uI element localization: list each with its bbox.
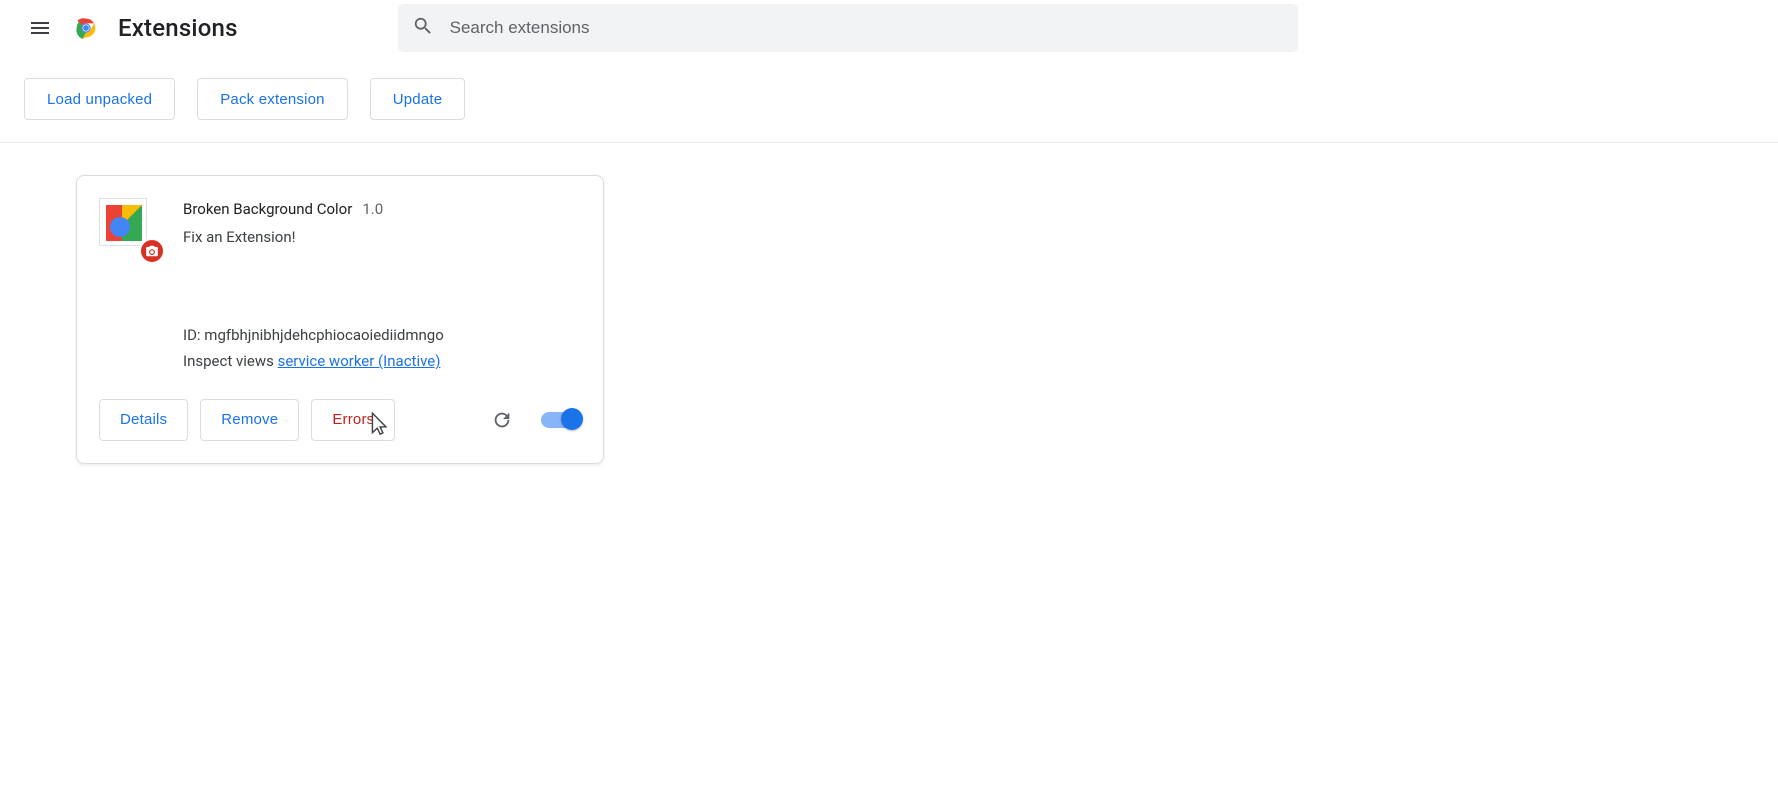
errors-button[interactable]: Errors [311,399,395,441]
dev-toolbar: Load unpacked Pack extension Update [0,56,1778,143]
menu-icon [28,16,52,40]
header-bar: Extensions [0,0,1778,56]
load-unpacked-button[interactable]: Load unpacked [24,78,175,120]
search-field[interactable] [398,4,1298,52]
extension-version: 1.0 [362,200,383,218]
search-icon [412,15,434,41]
inspect-label: Inspect views [183,352,274,370]
inspect-views-row: Inspect views service worker (Inactive) [183,348,581,374]
page-title: Extensions [118,14,238,42]
pack-extension-button[interactable]: Pack extension [197,78,348,120]
search-input[interactable] [448,17,1284,39]
remove-button[interactable]: Remove [200,399,299,441]
extension-description: Fix an Extension! [183,228,581,246]
details-button[interactable]: Details [99,399,188,441]
extension-id-label: ID: [183,326,201,344]
extension-card: Broken Background Color 1.0 Fix an Exten… [76,175,604,464]
main-menu-button[interactable] [16,4,64,52]
chrome-logo [72,14,100,42]
extension-name: Broken Background Color [183,200,352,218]
reload-icon [491,409,513,431]
update-button[interactable]: Update [370,78,466,120]
reload-button[interactable] [491,409,513,431]
extensions-grid: Broken Background Color 1.0 Fix an Exten… [0,143,1778,496]
extension-id-row: ID: mgfbhjnibhjdehcphiocaoiediidmngo [183,322,581,348]
error-badge-icon [139,238,165,264]
enable-toggle[interactable] [541,412,581,428]
extension-icon [99,198,159,258]
extension-id: mgfbhjnibhjdehcphiocaoiediidmngo [204,326,443,344]
service-worker-link[interactable]: service worker (Inactive) [278,352,441,370]
